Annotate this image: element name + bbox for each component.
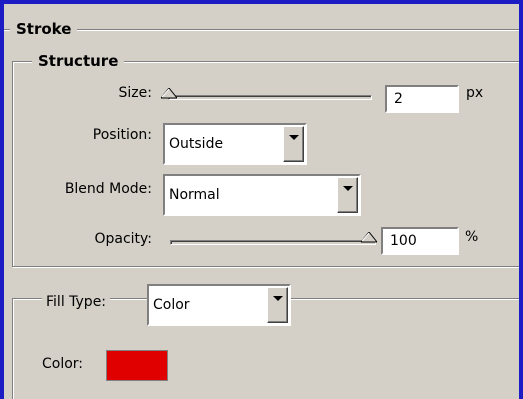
- fill-type-dropdown-button[interactable]: [267, 287, 288, 323]
- blend-mode-selected: Normal: [169, 187, 220, 203]
- position-selected: Outside: [169, 136, 224, 152]
- chevron-down-icon: [289, 135, 299, 140]
- chevron-down-icon: [273, 296, 283, 301]
- opacity-unit: %: [465, 229, 479, 245]
- triangle-thumb-icon: [159, 87, 179, 99]
- opacity-slider-track[interactable]: [170, 240, 376, 245]
- size-input[interactable]: 2: [385, 85, 459, 113]
- opacity-slider-thumb[interactable]: [359, 231, 379, 243]
- opacity-label: Opacity:: [94, 231, 152, 247]
- color-label: Color:: [42, 356, 84, 372]
- color-swatch[interactable]: [106, 350, 168, 381]
- size-slider-track[interactable]: [168, 95, 372, 100]
- position-dropdown[interactable]: Outside: [163, 123, 307, 165]
- stroke-panel: Stroke Structure Size: 2 px Position: Ou…: [0, 0, 523, 399]
- stroke-title: Stroke: [10, 20, 78, 38]
- opacity-value: 100: [390, 233, 417, 249]
- chevron-down-icon: [343, 186, 353, 191]
- opacity-input[interactable]: 100: [381, 227, 459, 255]
- triangle-thumb-icon: [359, 231, 379, 243]
- size-slider-thumb[interactable]: [159, 87, 179, 99]
- position-dropdown-button[interactable]: [283, 126, 304, 162]
- blend-mode-dropdown-button[interactable]: [337, 177, 358, 213]
- fill-type-dropdown[interactable]: Color: [147, 284, 291, 326]
- fill-type-label: Fill Type:: [42, 293, 111, 311]
- blend-mode-dropdown[interactable]: Normal: [163, 174, 361, 216]
- stroke-divider: [4, 29, 519, 31]
- fill-type-selected: Color: [153, 297, 190, 313]
- structure-title: Structure: [32, 52, 125, 70]
- blend-mode-label: Blend Mode:: [64, 181, 152, 197]
- size-label: Size:: [118, 85, 152, 101]
- size-value: 2: [394, 91, 403, 107]
- size-unit: px: [466, 85, 484, 101]
- position-label: Position:: [92, 127, 152, 143]
